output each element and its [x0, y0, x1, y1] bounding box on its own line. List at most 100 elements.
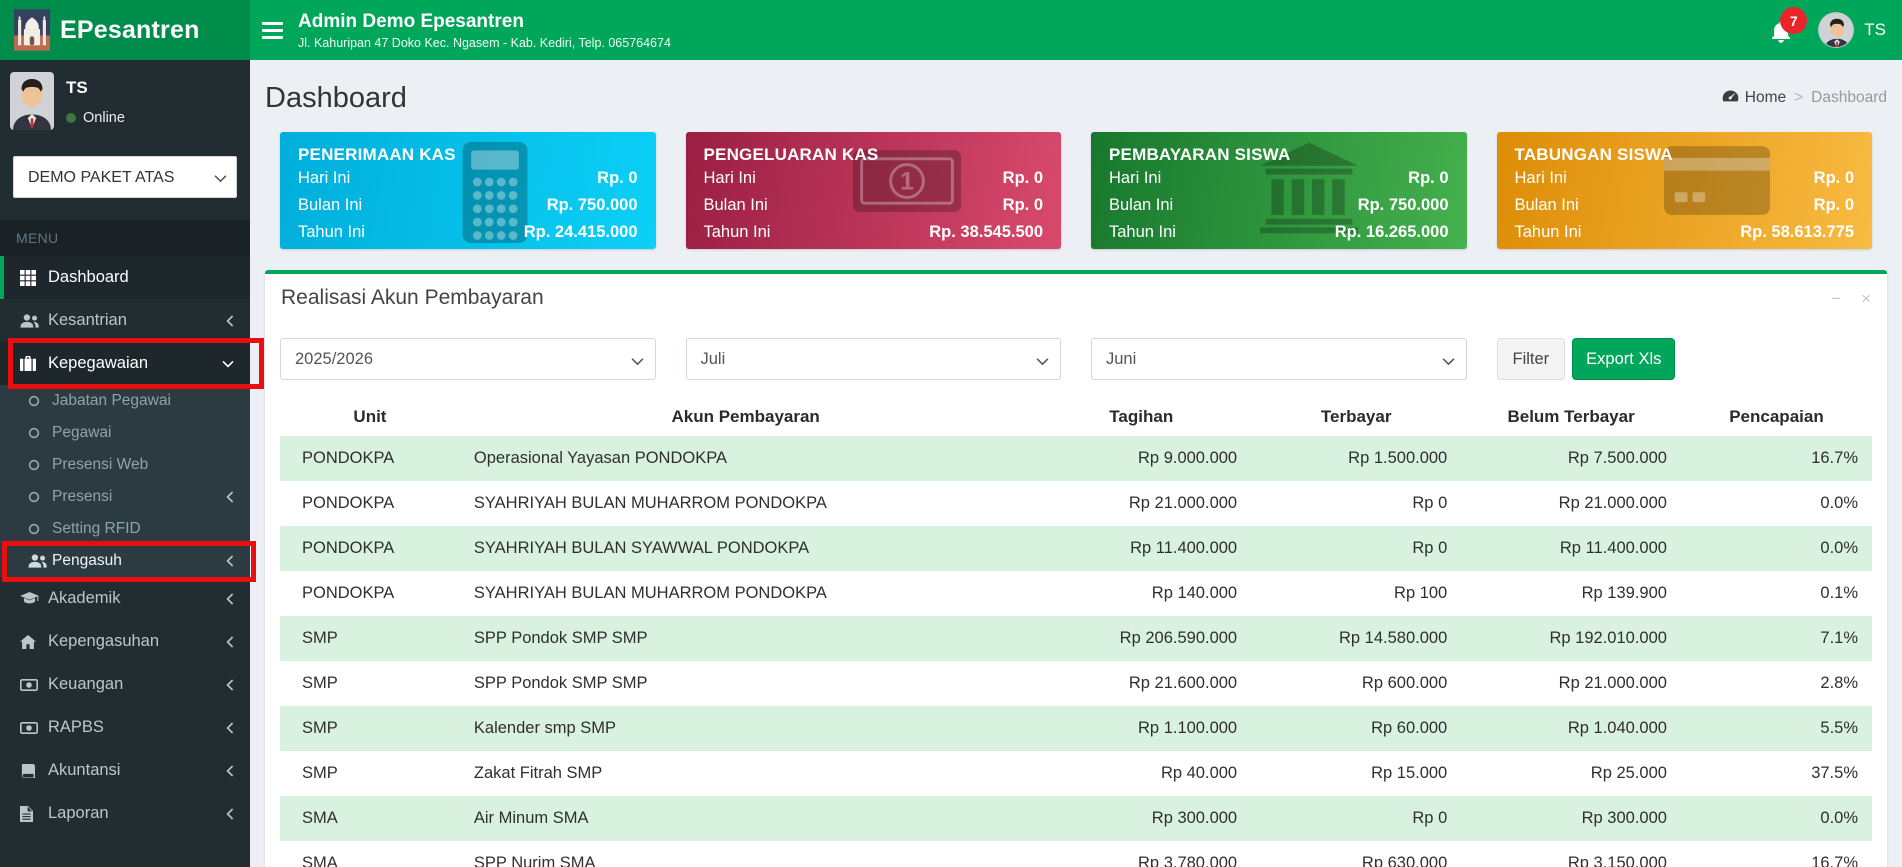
stat-card-pembayaran-siswa: PEMBAYARAN SISWA Hari Ini Rp. 0 Bulan Ini Rp… [1091, 132, 1467, 249]
home-icon [20, 634, 48, 649]
user-initials: TS [1864, 20, 1886, 39]
card-row: Bulan Ini Rp. 750.000 [1109, 192, 1449, 219]
cell-unit: SMP [280, 616, 460, 661]
breadcrumb-home[interactable]: Home [1722, 89, 1786, 107]
user-status: Online [66, 110, 125, 126]
cell-terbayar: Rp 630.000 [1251, 841, 1462, 867]
sidebar-item-setting-rfid[interactable]: Setting RFID [0, 513, 250, 545]
chevron-left-icon [226, 491, 234, 503]
dashboard-gauge-icon [1722, 89, 1739, 107]
sidebar-item-akuntansi[interactable]: Akuntansi [0, 749, 250, 792]
month-start-select[interactable]: Juli [685, 338, 1061, 380]
sidebar-item-jabatan-pegawai[interactable]: Jabatan Pegawai [0, 385, 250, 417]
breadcrumb: Home > Dashboard [1722, 89, 1887, 107]
brand[interactable]: EPesantren [0, 0, 250, 60]
month-end-select[interactable]: Juni [1091, 338, 1467, 380]
cell-tagihan: Rp 11.400.000 [1031, 526, 1252, 571]
sidebar-item-label: Akuntansi [48, 761, 121, 779]
sidebar-item-keuangan[interactable]: Keuangan [0, 663, 250, 706]
table-row: PONDOKPA SYAHRIYAH BULAN MUHARROM PONDOKP… [280, 571, 1872, 616]
table-row: SMP SPP Pondok SMP SMP Rp 206.590.000 Rp 14… [280, 616, 1872, 661]
sidebar-item-akademik[interactable]: Akademik [0, 577, 250, 620]
card-row-label: Tahun Ini [1514, 223, 1582, 241]
column-header-terbayar: Terbayar [1320, 407, 1392, 426]
sidebar-item-laporan[interactable]: Laporan [0, 792, 250, 835]
grid-icon [20, 269, 48, 286]
cell-unit: SMP [280, 706, 460, 751]
card-row: Hari Ini Rp. 0 [298, 165, 638, 192]
panel-title: Realisasi Akun Pembayaran [281, 286, 544, 309]
card-row: Tahun Ini Rp. 58.613.775 [1515, 219, 1855, 246]
sidebar-item-label: Pegawai [52, 424, 112, 441]
chevron-left-icon [226, 678, 234, 691]
card-row-value: Rp. 750.000 [1357, 196, 1449, 214]
card-row-value: Rp. 0 [1002, 196, 1043, 214]
package-select[interactable]: DEMO PAKET ATAS [13, 156, 237, 198]
cell-akun-pembayaran: Air Minum SMA [459, 796, 1032, 841]
user-status-label: Online [83, 110, 125, 126]
close-icon[interactable]: × [1861, 290, 1871, 307]
table-row: PONDOKPA SYAHRIYAH BULAN MUHARROM PONDOKP… [280, 481, 1872, 526]
sidebar-item-kesantrian[interactable]: Kesantrian [0, 299, 250, 342]
cell-belum-terbayar: Rp 11.400.000 [1461, 526, 1681, 571]
sidebar-item-presensi[interactable]: Presensi [0, 481, 250, 513]
cell-tagihan: Rp 300.000 [1031, 796, 1252, 841]
cell-pencapaian: 2.8% [1680, 661, 1872, 706]
cell-tagihan: Rp 140.000 [1031, 571, 1252, 616]
notifications-button[interactable]: 7 [1770, 7, 1808, 47]
user-menu[interactable]: TS [1818, 12, 1886, 48]
cell-tagihan: Rp 206.590.000 [1031, 616, 1252, 661]
chevron-left-icon [226, 635, 234, 648]
export-xls-button[interactable]: Export Xls [1572, 338, 1676, 380]
card-row-value: Rp. 24.415.000 [523, 223, 638, 241]
card-row-value: Rp. 0 [1813, 169, 1854, 187]
filter-button[interactable]: Filter [1496, 338, 1566, 380]
avatar [1818, 12, 1855, 48]
sidebar-item-label: Presensi Web [52, 456, 149, 473]
realisasi-panel: Realisasi Akun Pembayaran − × 2025/2026 … [265, 270, 1887, 867]
brand-name: EPesantren [60, 15, 200, 44]
hamburger-icon[interactable] [250, 0, 294, 60]
circle-icon [28, 523, 52, 535]
cell-akun-pembayaran: Kalender smp SMP [459, 706, 1032, 751]
cell-unit: SMP [280, 661, 460, 706]
column-header-belum-terbayar: Belum Terbayar [1507, 407, 1635, 426]
cell-pencapaian: 16.7% [1680, 841, 1872, 867]
sidebar-item-label: Kepegawaian [48, 354, 148, 372]
sidebar-item-pegawai[interactable]: Pegawai [0, 417, 250, 449]
cell-belum-terbayar: Rp 21.000.000 [1461, 481, 1681, 526]
cell-terbayar: Rp 0 [1251, 796, 1462, 841]
sidebar-item-pengasuh[interactable]: Pengasuh [0, 541, 256, 582]
table-row: SMP Zakat Fitrah SMP Rp 40.000 Rp 15.000 Rp … [280, 751, 1872, 796]
briefcase-icon [20, 356, 48, 371]
year-select[interactable]: 2025/2026 [280, 338, 656, 380]
cell-tagihan: Rp 9.000.000 [1031, 436, 1252, 481]
card-row: Bulan Ini Rp. 750.000 [298, 192, 638, 219]
users-icon [28, 554, 52, 568]
sidebar-item-dashboard[interactable]: Dashboard [0, 256, 250, 299]
stat-card-pengeluaran-kas: 1 PENGELUARAN KAS Hari Ini Rp. 0 Bulan Ini Rp… [685, 132, 1061, 249]
cell-pencapaian: 0.0% [1680, 796, 1872, 841]
sidebar-item-kepengasuhan[interactable]: Kepengasuhan [0, 620, 250, 663]
cell-pencapaian: 16.7% [1680, 436, 1872, 481]
sidebar-item-rapbs[interactable]: RAPBS [0, 706, 250, 749]
card-row: Hari Ini Rp. 0 [704, 165, 1044, 192]
collapse-icon[interactable]: − [1831, 290, 1841, 307]
cell-terbayar: Rp 600.000 [1251, 661, 1462, 706]
sidebar-user-panel: TS Online [0, 60, 250, 142]
cell-unit: PONDOKPA [280, 481, 460, 526]
cell-unit: SMA [280, 796, 460, 841]
card-row-value: Rp. 0 [1002, 169, 1043, 187]
chevron-left-icon [226, 764, 234, 777]
sidebar-item-kepegawaian[interactable]: Kepegawaian [0, 338, 264, 389]
cell-tagihan: Rp 21.000.000 [1031, 481, 1252, 526]
table-row: SMA Air Minum SMA Rp 300.000 Rp 0 Rp 300.000… [280, 796, 1872, 841]
column-header-tagihan: Tagihan [1109, 407, 1174, 426]
main-content: Dashboard Home > Dashboard PENERIMAAN KA… [250, 60, 1902, 867]
cell-akun-pembayaran: Operasional Yayasan PONDOKPA [459, 436, 1032, 481]
card-title: PENERIMAAN KAS [298, 145, 456, 164]
cell-terbayar: Rp 15.000 [1251, 751, 1462, 796]
sidebar-user-name: TS [66, 78, 88, 97]
sidebar-item-presensi-web[interactable]: Presensi Web [0, 449, 250, 481]
cell-belum-terbayar: Rp 300.000 [1461, 796, 1681, 841]
